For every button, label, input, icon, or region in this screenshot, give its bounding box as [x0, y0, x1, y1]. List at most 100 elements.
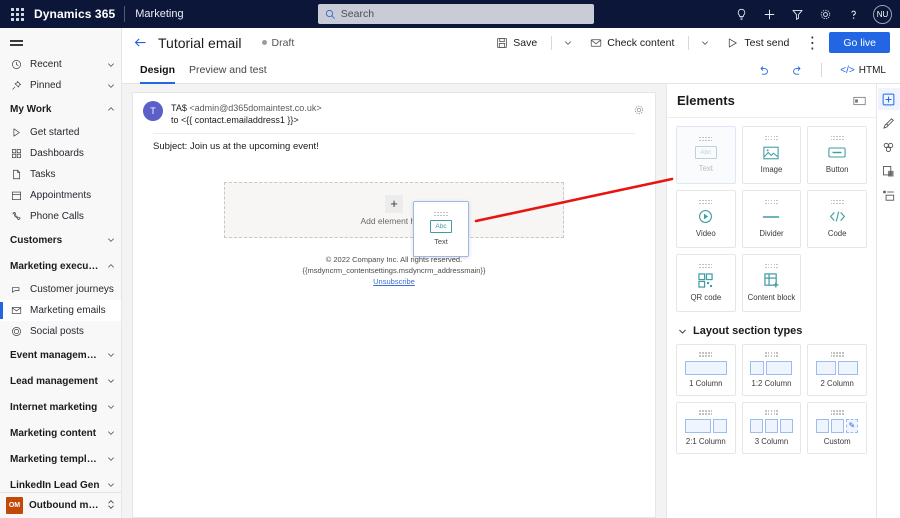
- element-card-code[interactable]: Code: [807, 190, 867, 248]
- check-content-button[interactable]: Check content: [584, 32, 680, 54]
- sidebar-group-linkedin-lead-gen[interactable]: LinkedIn Lead Gen: [0, 472, 121, 492]
- element-card-button[interactable]: Button: [807, 126, 867, 184]
- rail-layers-button[interactable]: [878, 184, 900, 206]
- back-button[interactable]: [130, 33, 150, 53]
- avatar[interactable]: NU: [873, 4, 892, 24]
- element-card-divider[interactable]: Divider: [741, 190, 802, 248]
- video-icon: [698, 209, 713, 224]
- rail-add-element-button[interactable]: [877, 88, 900, 110]
- chevron-down-icon: [107, 403, 115, 411]
- sidebar-item-pinned[interactable]: Pinned: [0, 75, 121, 96]
- save-button[interactable]: Save: [490, 32, 543, 54]
- unsubscribe-link[interactable]: Unsubscribe: [302, 276, 485, 287]
- sidebar-group-label: Lead management: [10, 375, 98, 387]
- sidebar: Recent Pinned My Work Get started Dashbo…: [0, 28, 122, 518]
- sidebar-item-dashboards[interactable]: Dashboards: [0, 143, 121, 164]
- sidebar-group-label: Marketing content: [10, 427, 97, 439]
- quick-create-button[interactable]: [756, 1, 782, 27]
- more-commands-button[interactable]: ⋮: [803, 32, 821, 54]
- sidebar-group-my-work[interactable]: My Work: [0, 96, 121, 122]
- save-dropdown-button[interactable]: [560, 32, 576, 54]
- layout-card-2-1-column[interactable]: 2:1 Column: [676, 402, 736, 454]
- layout-card-1-column[interactable]: 1 Column: [676, 344, 736, 396]
- area-switcher[interactable]: OM Outbound market...: [0, 492, 121, 518]
- chevron-down-icon: [678, 327, 687, 336]
- settings-button[interactable]: [812, 1, 838, 27]
- sidebar-group-customers[interactable]: Customers: [0, 227, 121, 253]
- area-switcher-chevron-icon: [107, 499, 115, 513]
- rail-personalization-button[interactable]: [878, 160, 900, 182]
- layout-card-1-2-column[interactable]: 1:2 Column: [741, 344, 802, 396]
- sidebar-item-social-posts[interactable]: Social posts: [0, 321, 121, 342]
- search-input[interactable]: Search: [317, 4, 594, 24]
- sidebar-item-label: Social posts: [30, 326, 84, 337]
- journey-icon: [10, 284, 23, 295]
- sidebar-item-phone-calls[interactable]: Phone Calls: [0, 206, 121, 227]
- layout-card-2-column[interactable]: 2 Column: [807, 344, 867, 396]
- element-card-image[interactable]: Image: [741, 126, 802, 184]
- drag-handle-icon: [830, 199, 844, 205]
- gear-icon: [820, 9, 830, 19]
- sidebar-item-label: Recent: [30, 59, 62, 70]
- gear-icon: [634, 105, 644, 115]
- sender-name: TA$: [171, 103, 187, 113]
- layout-card-3-column[interactable]: 3 Column: [741, 402, 802, 454]
- check-content-dropdown-button[interactable]: [697, 32, 713, 54]
- add-element-dropzone[interactable]: + Add element here: [224, 182, 564, 238]
- redo-button[interactable]: [787, 60, 807, 80]
- layout-preview-icon: [750, 360, 793, 375]
- elements-panel-title: Elements: [677, 93, 735, 108]
- go-live-button[interactable]: Go live: [829, 32, 890, 53]
- sidebar-item-customer-journeys[interactable]: Customer journeys: [0, 279, 121, 300]
- sidebar-group-marketing-content[interactable]: Marketing content: [0, 420, 121, 446]
- theme-icon: [883, 142, 894, 152]
- email-settings-button[interactable]: [633, 103, 645, 121]
- filter-button[interactable]: [784, 1, 810, 27]
- chevron-down-icon: [107, 351, 115, 359]
- area-badge: OM: [6, 497, 23, 514]
- sidebar-group-marketing-templates[interactable]: Marketing templates: [0, 446, 121, 472]
- element-card-content-block[interactable]: Content block: [741, 254, 802, 312]
- element-card-video[interactable]: Video: [676, 190, 736, 248]
- element-card-text[interactable]: Abc Text: [676, 126, 736, 184]
- drag-handle-icon: [699, 410, 713, 415]
- html-view-button[interactable]: </> HTML: [836, 65, 890, 76]
- element-card-qr-code[interactable]: QR code: [676, 254, 736, 312]
- sidebar-item-recent[interactable]: Recent: [0, 54, 121, 75]
- layout-label: 1 Column: [689, 378, 723, 388]
- rail-theme-button[interactable]: [878, 136, 900, 158]
- email-canvas[interactable]: T TA$ <admin@d365domaintest.co.uk> to <{…: [132, 92, 656, 518]
- rail-styles-button[interactable]: [878, 112, 900, 134]
- suite-header: Dynamics 365 Marketing Search NU: [0, 0, 900, 28]
- pencil-icon: ✎: [848, 420, 856, 430]
- main-area: Tutorial email Draft Save Check content …: [122, 28, 900, 518]
- undo-button[interactable]: [753, 60, 773, 80]
- dragged-element-ghost[interactable]: Abc Text: [413, 201, 469, 257]
- send-icon: [729, 38, 738, 47]
- sidebar-item-get-started[interactable]: Get started: [0, 122, 121, 143]
- email-subject[interactable]: Subject: Join us at the upcoming event!: [143, 134, 645, 152]
- hamburger-icon: [10, 40, 23, 42]
- help-button[interactable]: [840, 1, 866, 27]
- lightbulb-button[interactable]: [728, 1, 754, 27]
- sidebar-group-marketing-execution[interactable]: Marketing execution: [0, 253, 121, 279]
- undo-icon: [760, 65, 768, 75]
- sidebar-item-marketing-emails[interactable]: Marketing emails: [0, 300, 121, 321]
- chevron-down-icon: [107, 82, 115, 90]
- status-label: Draft: [271, 36, 295, 49]
- layout-card-custom[interactable]: ✎ Custom: [807, 402, 867, 454]
- tab-preview-and-test[interactable]: Preview and test: [189, 57, 267, 84]
- app-launcher-button[interactable]: [0, 7, 34, 21]
- tab-design[interactable]: Design: [140, 57, 176, 84]
- collapse-panel-icon[interactable]: [853, 96, 866, 106]
- sidebar-collapse-button[interactable]: [0, 28, 121, 54]
- sidebar-item-tasks[interactable]: Tasks: [0, 164, 121, 185]
- sidebar-group-event-management[interactable]: Event management: [0, 342, 121, 368]
- command-bar: Tutorial email Draft Save Check content …: [122, 28, 900, 57]
- sidebar-group-internet-marketing[interactable]: Internet marketing: [0, 394, 121, 420]
- sidebar-group-lead-management[interactable]: Lead management: [0, 368, 121, 394]
- chevron-down-icon: [702, 40, 709, 45]
- test-send-button[interactable]: Test send: [721, 32, 795, 54]
- layout-section-header[interactable]: Layout section types: [676, 312, 867, 344]
- sidebar-item-appointments[interactable]: Appointments: [0, 185, 121, 206]
